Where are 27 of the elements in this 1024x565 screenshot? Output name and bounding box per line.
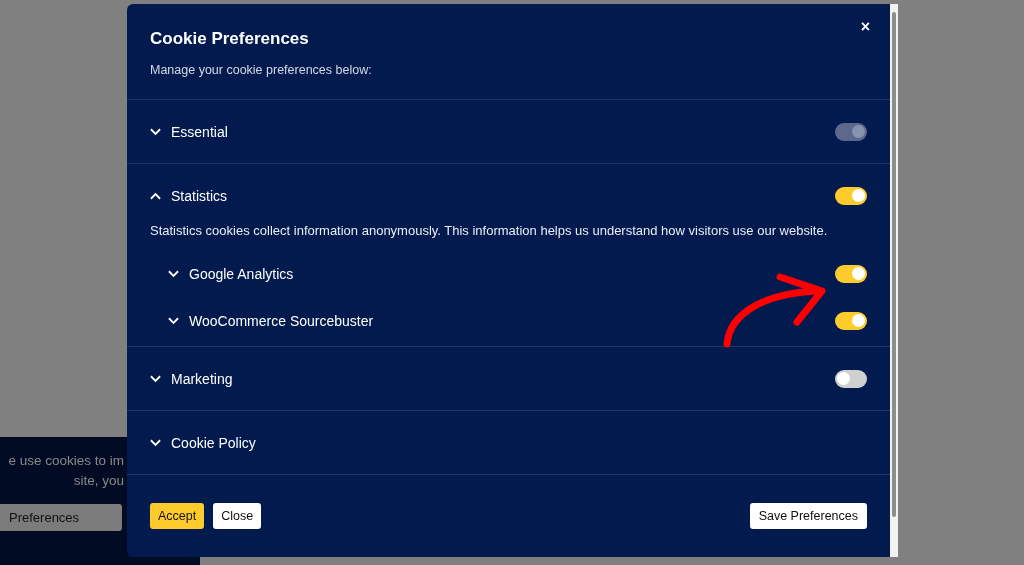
- save-button[interactable]: Save Preferences: [749, 503, 867, 529]
- dialog-subtitle: Manage your cookie preferences below:: [150, 63, 373, 77]
- close-button[interactable]: Close: [213, 503, 262, 529]
- chevron-down-icon: [168, 316, 179, 325]
- category-header[interactable]: WooCommerce Sourcebuster: [168, 312, 374, 329]
- toggle-switch[interactable]: [835, 264, 867, 283]
- chevron-down-icon: [150, 438, 161, 447]
- banner-text: site, you: [73, 473, 124, 488]
- chevron-down-icon: [150, 127, 161, 136]
- category-header[interactable]: Cookie Policy: [150, 434, 256, 451]
- chevron-down-icon: [150, 374, 161, 383]
- category-header[interactable]: Marketing: [150, 370, 233, 387]
- close-button[interactable]: ×: [856, 16, 874, 38]
- toggle-switch[interactable]: [835, 311, 867, 330]
- scrollbar[interactable]: [890, 4, 898, 557]
- preferences-button[interactable]: Preferences: [0, 504, 122, 531]
- toggle-switch[interactable]: [835, 369, 867, 388]
- toggle-switch[interactable]: [835, 186, 867, 205]
- category-header[interactable]: Google Analytics: [168, 265, 294, 282]
- category-description: Statistics cookies collect information anonymously. This information helps us understand how visitors use our website.: [149, 223, 829, 240]
- category-header[interactable]: Statistics: [150, 187, 227, 204]
- category-header[interactable]: Essential: [150, 123, 228, 140]
- banner-text: e use cookies to im: [8, 453, 124, 468]
- chevron-up-icon: [150, 191, 161, 200]
- accept-button[interactable]: Accept: [150, 503, 205, 529]
- dialog-title: Cookie Preferences: [150, 29, 310, 49]
- chevron-down-icon: [168, 269, 179, 278]
